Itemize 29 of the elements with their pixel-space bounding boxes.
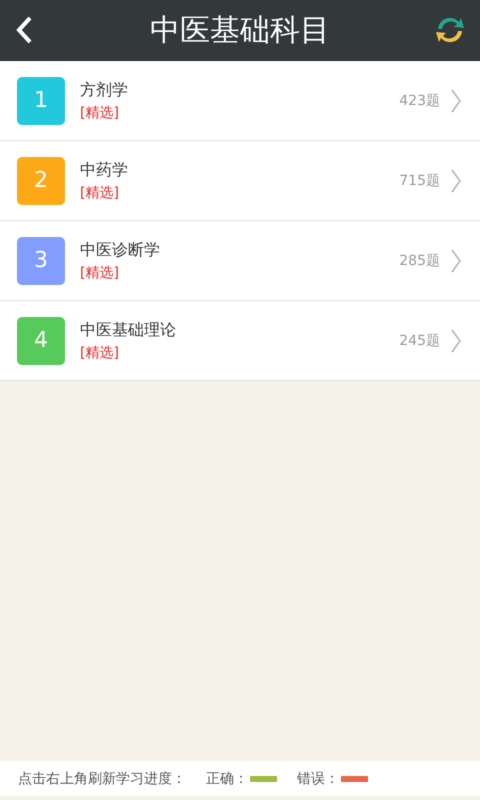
refresh-hint: 点击右上角刷新学习进度： xyxy=(18,770,186,788)
featured-tag: [精选] xyxy=(80,184,128,202)
page-title: 中医基础科目 xyxy=(150,12,330,50)
back-icon[interactable] xyxy=(14,15,34,45)
featured-tag: [精选] xyxy=(80,264,160,282)
number-badge: 2 xyxy=(17,156,65,204)
number-badge: 4 xyxy=(17,316,65,364)
legend-label: 正确： xyxy=(206,770,248,788)
featured-tag: [精选] xyxy=(80,104,128,122)
question-count: 285题 xyxy=(399,252,440,270)
subject-row[interactable]: 1 方剂学 [精选] 423题 xyxy=(0,61,480,141)
subject-name: 方剂学 xyxy=(80,80,128,100)
subject-name: 中药学 xyxy=(80,160,128,180)
number-badge: 1 xyxy=(17,76,65,124)
subject-name: 中医诊断学 xyxy=(80,240,160,260)
subject-row[interactable]: 2 中药学 [精选] 715题 xyxy=(0,141,480,221)
question-count: 715题 xyxy=(399,172,440,190)
legend-label: 错误： xyxy=(297,770,339,788)
subject-row[interactable]: 4 中医基础理论 [精选] 245题 xyxy=(0,301,480,381)
chevron-icon xyxy=(450,328,462,354)
subject-row[interactable]: 3 中医诊断学 [精选] 285题 xyxy=(0,221,480,301)
number-badge: 3 xyxy=(17,236,65,284)
chevron-icon xyxy=(450,248,462,274)
chevron-icon xyxy=(450,168,462,194)
subject-name: 中医基础理论 xyxy=(80,320,176,340)
chevron-icon xyxy=(450,88,462,114)
featured-tag: [精选] xyxy=(80,344,176,362)
question-count: 423题 xyxy=(399,92,440,110)
question-count: 245题 xyxy=(399,332,440,350)
